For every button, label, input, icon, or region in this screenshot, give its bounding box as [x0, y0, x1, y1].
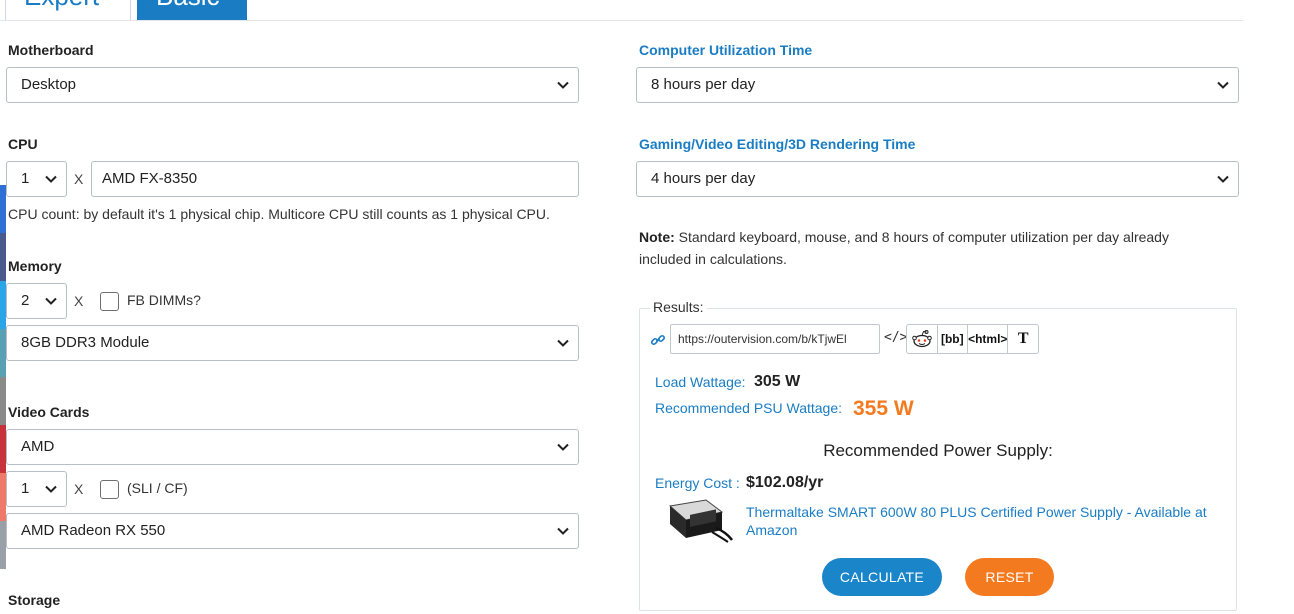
video-multiply-sign: X — [74, 481, 84, 497]
load-wattage-label: Load Wattage: — [655, 374, 746, 390]
video-count-select[interactable]: 1 — [6, 471, 67, 507]
product-link[interactable]: Thermaltake SMART 600W 80 PLUS Certified… — [746, 503, 1216, 539]
chevron-down-icon — [1217, 162, 1229, 196]
html-share-button[interactable]: <html> — [968, 325, 1009, 353]
gaming-label: Gaming/Video Editing/3D Rendering Time — [639, 136, 916, 152]
chevron-down-icon — [45, 472, 57, 506]
psu-wattage-value: 355 W — [853, 397, 914, 420]
tab-divider — [0, 20, 1243, 21]
cpu-model-input[interactable]: AMD FX-8350 — [91, 161, 579, 197]
reddit-icon — [911, 330, 932, 348]
cpu-label: CPU — [8, 136, 38, 152]
motherboard-select[interactable]: Desktop — [6, 67, 579, 103]
cpu-count-select[interactable]: 1 — [6, 161, 67, 197]
share-sidebar-linkedin[interactable] — [0, 233, 6, 281]
sli-cf-checkbox[interactable] — [100, 480, 119, 499]
gaming-select[interactable]: 4 hours per day — [636, 161, 1239, 197]
chevron-down-icon — [45, 284, 57, 318]
tab-basic[interactable]: Basic — [137, 0, 247, 20]
memory-count-value: 2 — [21, 292, 30, 309]
link-icon[interactable] — [650, 332, 666, 348]
chevron-down-icon — [557, 68, 569, 102]
memory-count-select[interactable]: 2 — [6, 283, 67, 319]
utilization-label: Computer Utilization Time — [639, 42, 813, 58]
memory-multiply-sign: X — [74, 293, 84, 309]
product-image[interactable] — [666, 498, 738, 544]
video-brand-value: AMD — [21, 438, 55, 455]
results-legend: Results: — [650, 299, 707, 315]
fb-dimms-label: FB DIMMs? — [127, 292, 201, 308]
share-url-input[interactable]: https://outervision.com/b/kTjwEl — [670, 324, 880, 354]
utilization-select[interactable]: 8 hours per day — [636, 67, 1239, 103]
embed-icon[interactable]: </> — [884, 330, 907, 345]
fb-dimms-checkbox[interactable] — [100, 292, 119, 311]
video-cards-label: Video Cards — [8, 404, 90, 420]
utilization-value: 8 hours per day — [651, 76, 756, 93]
video-model-select[interactable]: AMD Radeon RX 550 — [6, 513, 579, 549]
video-model-value: AMD Radeon RX 550 — [21, 522, 166, 539]
memory-module-select[interactable]: 8GB DDR3 Module — [6, 325, 579, 361]
recommended-psu-title: Recommended Power Supply: — [823, 441, 1053, 460]
psu-wattage-label: Recommended PSU Wattage: — [655, 400, 843, 416]
cpu-hint: CPU count: by default it's 1 physical ch… — [8, 206, 550, 222]
video-count-value: 1 — [21, 480, 30, 497]
note-text: Standard keyboard, mouse, and 8 hours of… — [639, 229, 1169, 267]
bbcode-share-button[interactable]: [bb] — [938, 325, 969, 353]
sli-cf-label: (SLI / CF) — [127, 480, 188, 496]
motherboard-value: Desktop — [21, 76, 77, 93]
cpu-count-value: 1 — [21, 170, 30, 187]
memory-module-value: 8GB DDR3 Module — [21, 334, 150, 351]
note-bold: Note: — [639, 229, 675, 245]
motherboard-label: Motherboard — [8, 42, 94, 58]
energy-cost-value: $102.08/yr — [746, 474, 824, 491]
chevron-down-icon — [557, 430, 569, 464]
video-brand-select[interactable]: AMD — [6, 429, 579, 465]
chevron-down-icon — [1217, 68, 1229, 102]
reset-button[interactable]: RESET — [965, 558, 1054, 596]
storage-label: Storage — [8, 592, 61, 608]
chevron-down-icon — [557, 326, 569, 360]
share-button-group: [bb] <html> T — [906, 324, 1039, 354]
chevron-down-icon — [557, 514, 569, 548]
energy-cost-label: Energy Cost : — [655, 475, 740, 491]
calculate-button[interactable]: CALCULATE — [822, 558, 942, 596]
calculation-note: Note: Standard keyboard, mouse, and 8 ho… — [639, 226, 1219, 270]
chevron-down-icon — [45, 162, 57, 196]
gaming-value: 4 hours per day — [651, 170, 756, 187]
memory-label: Memory — [8, 258, 62, 274]
cpu-multiply-sign: X — [74, 171, 84, 187]
load-wattage-value: 305 W — [754, 373, 801, 390]
share-sidebar-print[interactable] — [0, 377, 6, 425]
tab-expert[interactable]: Expert — [5, 0, 131, 20]
text-share-button[interactable]: T — [1008, 325, 1038, 353]
reddit-share-button[interactable] — [907, 325, 938, 353]
